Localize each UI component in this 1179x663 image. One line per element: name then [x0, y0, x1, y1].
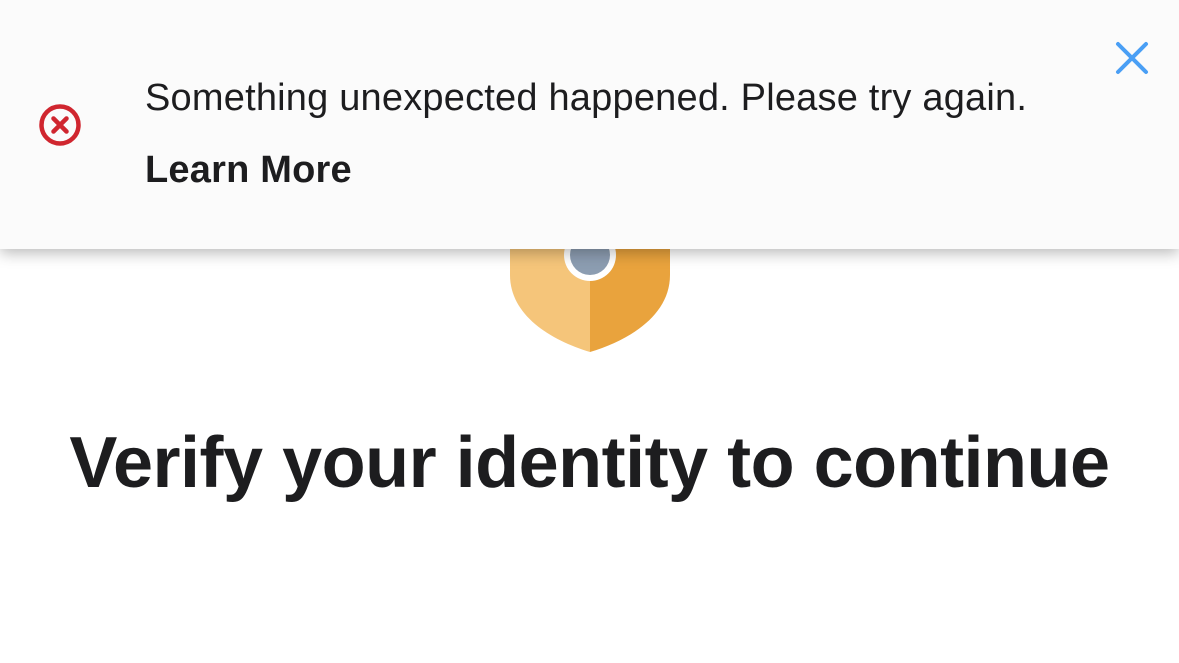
- close-icon[interactable]: [1110, 36, 1154, 80]
- learn-more-link[interactable]: Learn More: [145, 149, 352, 191]
- error-message-text: Something unexpected happened. Please tr…: [145, 77, 1028, 119]
- error-message: Something unexpected happened. Please tr…: [145, 62, 1075, 206]
- error-circle-icon: [39, 104, 81, 146]
- verify-identity-screen: Something unexpected happened. Please tr…: [0, 0, 1179, 663]
- error-banner: Something unexpected happened. Please tr…: [0, 0, 1179, 249]
- page-title: Verify your identity to continue: [69, 423, 1110, 503]
